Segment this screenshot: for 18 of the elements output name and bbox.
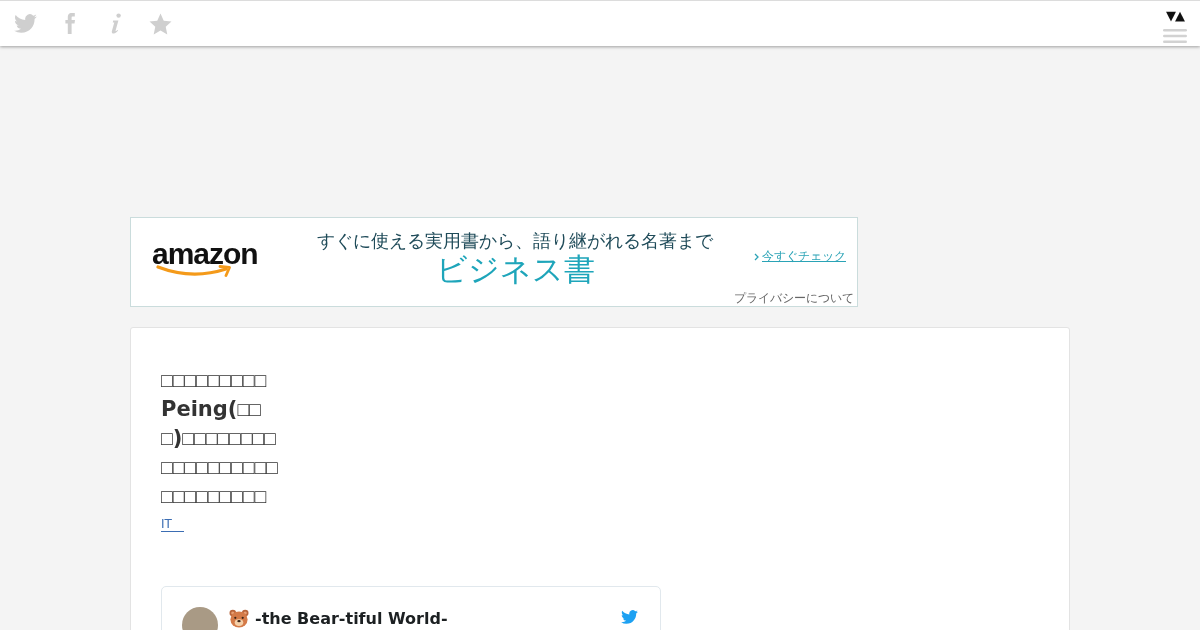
bird-icon[interactable] <box>14 14 37 33</box>
smile-arrow-icon <box>156 263 234 277</box>
article-title: □□□□□□□□□Peing(□□□)□□□□□□□□□□□□□□□□□□□□□□□□□□□ <box>161 369 279 509</box>
ad-headline: ビジネス書 <box>435 251 595 287</box>
ad-banner[interactable]: amazon すぐに使える実用書から、語り継がれる名著まで ビジネス書 今すぐチェック プライバシーについて <box>130 217 858 307</box>
menu-icon[interactable] <box>1163 29 1187 43</box>
privacy-link[interactable]: プライバシーについて <box>734 291 854 305</box>
bear-face-icon <box>229 609 249 628</box>
tag-link[interactable]: IT <box>161 517 184 532</box>
info-icon[interactable] <box>109 13 122 34</box>
star-icon[interactable] <box>149 12 172 35</box>
bird-icon[interactable] <box>621 610 638 624</box>
logo-wordmark: amazon <box>152 238 258 269</box>
letter-f-icon[interactable] <box>65 13 76 34</box>
tweet-author-name[interactable]: -the Bear-tiful World- <box>255 609 448 628</box>
collapse-toggle[interactable]: ▼▲ <box>1166 9 1184 23</box>
ad-tagline: すぐに使える実用書から、語り継がれる名著まで <box>317 228 713 252</box>
chevron-icon <box>754 252 759 261</box>
